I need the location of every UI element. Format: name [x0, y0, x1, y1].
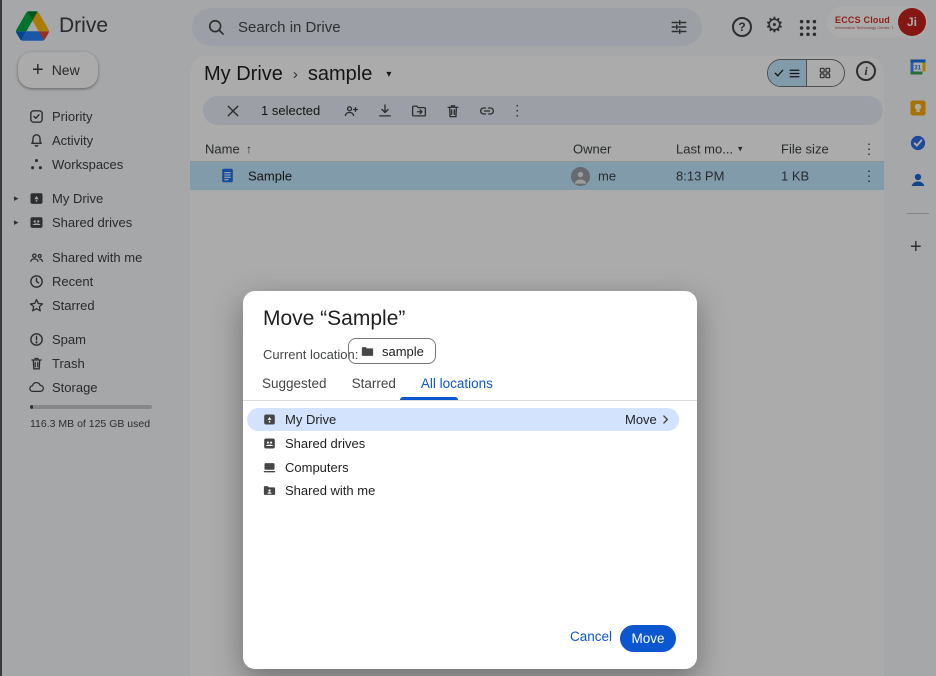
location-row-shared-drives[interactable]: Shared drives — [247, 432, 679, 455]
move-button[interactable]: Move — [620, 625, 676, 652]
tab-starred[interactable]: Starred — [352, 376, 396, 391]
cancel-button[interactable]: Cancel — [570, 629, 612, 644]
location-label: My Drive — [285, 412, 336, 427]
location-row-shared-with-me[interactable]: Shared with me — [247, 479, 679, 502]
shared-drives-icon — [262, 436, 277, 451]
current-location-label: Current location: — [263, 347, 358, 362]
tabs-divider — [243, 400, 697, 401]
computer-icon — [262, 460, 277, 475]
tab-all-locations[interactable]: All locations — [421, 376, 493, 391]
chevron-right-icon[interactable] — [659, 413, 672, 426]
shared-folder-icon — [262, 483, 277, 498]
current-location-value: sample — [382, 344, 424, 359]
tab-suggested[interactable]: Suggested — [262, 376, 327, 391]
location-label: Shared drives — [285, 436, 365, 451]
dialog-title: Move “Sample” — [263, 307, 405, 331]
location-label: Shared with me — [285, 483, 375, 498]
move-here-label[interactable]: Move — [625, 412, 657, 427]
my-drive-icon — [262, 412, 277, 427]
location-label: Computers — [285, 460, 349, 475]
location-row-computers[interactable]: Computers — [247, 456, 679, 479]
location-row-my-drive[interactable]: My Drive Move — [247, 408, 679, 431]
current-location-chip[interactable]: sample — [348, 338, 436, 364]
dialog-tabs: Suggested Starred All locations — [262, 376, 493, 391]
folder-icon — [360, 344, 375, 359]
move-dialog: Move “Sample” Current location: sample S… — [243, 291, 697, 669]
